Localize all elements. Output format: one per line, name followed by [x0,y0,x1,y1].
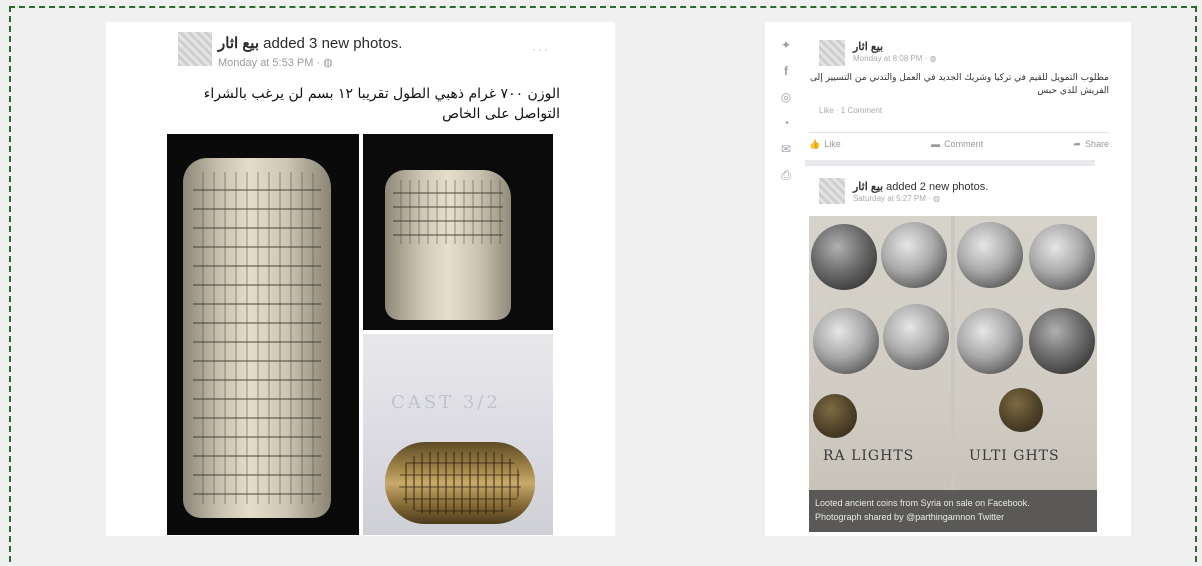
post-body-text: الوزن ٧٠٠ غرام ذهبي الطول تقريبا ١٢ بسم … [203,86,560,122]
share-label: Share [1084,139,1109,149]
post-timestamp[interactable]: Saturday at 5:27 PM · ◍ [853,194,940,203]
silver-coin [813,308,879,374]
caption-line: Looted ancient coins from Syria on sale … [815,498,1030,508]
page-name-link[interactable]: بيع اثار [853,181,883,193]
post-timestamp[interactable]: Monday at 8:08 PM · ◍ [853,54,936,63]
post-timestamp[interactable]: Monday at 5:53 PM · ◍ [218,56,333,69]
silver-coin [957,222,1023,288]
silver-coin [957,308,1023,374]
like-button[interactable]: 👍 Like [809,139,841,150]
comment-icon: ▬ [931,139,941,149]
post-action-text: added 3 new photos. [259,35,403,52]
timestamp-text: Monday at 5:53 PM · [218,57,324,69]
bronze-coin [999,388,1043,432]
silver-coin [881,222,947,288]
photo-caption: Looted ancient coins from Syria on sale … [809,490,1097,532]
bronze-coin [813,394,857,438]
like-comment-summary[interactable]: Like · 1 Comment [819,106,882,115]
avatar[interactable] [819,40,845,66]
like-label: Like [824,139,841,149]
avatar[interactable] [178,32,212,66]
comment-label: Comment [944,139,984,149]
photo-clay-tablet-small[interactable] [363,134,553,330]
photo-coins[interactable]: RA LIGHTS ULTI GHTS [809,216,1097,532]
gold-cylinder-image [385,442,535,524]
print-icon[interactable]: ⎙ [779,168,793,182]
post-header: بيع اثار added 2 new photos. [853,180,988,193]
post-menu-icon[interactable]: ··· [532,42,550,56]
globe-icon: ◍ [933,194,941,203]
facebook-icon[interactable]: f [779,64,793,78]
share-sidebar: ✦ f ◎ ◔ ✉ ⎙ [779,38,799,194]
timestamp-text: Saturday at 5:27 PM · [853,194,934,203]
twitter-icon[interactable]: ✦ [779,38,793,52]
book-cover-text: ULTI GHTS [969,448,1060,464]
facebook-post-left: بيع اثار added 3 new photos. Monday at 5… [106,22,615,536]
cuneiform-tablet-image [183,158,331,518]
photo-cylinder-seal[interactable]: CAST 3/2 [363,334,553,535]
silver-coin [811,224,877,290]
globe-icon: ◍ [929,54,937,63]
post-separator [805,160,1095,166]
silver-coin [1029,308,1095,374]
pinterest-icon[interactable]: ◎ [779,90,793,104]
share-arrow-icon: ➦ [1073,138,1081,149]
photo-watermark: CAST 3/2 [391,392,501,413]
coins-panel-left: RA LIGHTS [809,216,951,532]
globe-icon: ◍ [323,57,333,69]
comment-button[interactable]: ▬ Comment [931,139,983,149]
page-name-link[interactable]: بيع اثار [853,40,883,53]
coins-panel-right: ULTI GHTS [955,216,1097,532]
post-action-text: added 2 new photos. [883,181,989,193]
timestamp-text: Monday at 8:08 PM · [853,54,930,63]
silver-coin [883,304,949,370]
silver-coin [1029,224,1095,290]
caption-line: Photograph shared by @parthingamnon Twit… [815,512,1005,522]
cuneiform-tablet-image [385,170,511,320]
page-name-link[interactable]: بيع اثار [218,35,259,52]
thumbs-up-icon: 👍 [809,138,821,149]
post-header: بيع اثار added 3 new photos. [218,34,402,52]
book-cover-text: RA LIGHTS [823,448,915,464]
post-body-text: مطلوب التمويل للقيم في تركيا وشريك الجدي… [810,73,1109,96]
email-icon[interactable]: ✉ [779,142,793,156]
photo-clay-tablet-large[interactable] [167,134,359,535]
reddit-icon[interactable]: ◔ [779,116,793,130]
share-button[interactable]: ➦ Share [1073,139,1109,150]
post-action-bar: 👍 Like ▬ Comment ➦ Share [809,132,1109,155]
avatar[interactable] [819,178,845,204]
facebook-post-right: ✦ f ◎ ◔ ✉ ⎙ بيع اثار Monday at 8:08 PM ·… [765,22,1131,536]
